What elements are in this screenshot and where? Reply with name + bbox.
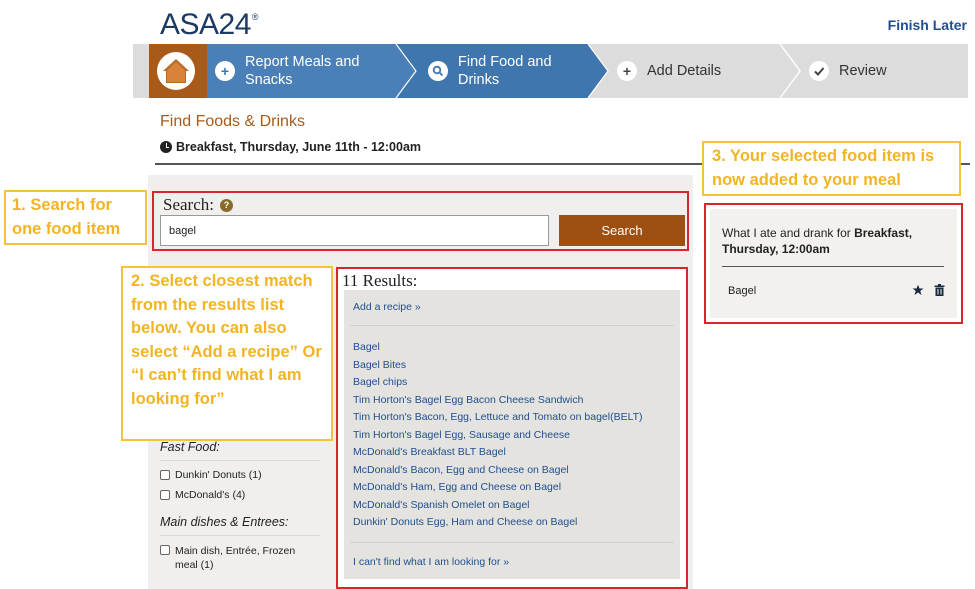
checkbox[interactable] — [160, 490, 170, 500]
plus-icon: + — [617, 61, 637, 81]
callout-step-2: 2. Select closest match from the results… — [121, 266, 333, 441]
result-item[interactable]: McDonald's Bacon, Egg and Cheese on Bage… — [353, 464, 569, 476]
search-label: Search: ? — [163, 195, 233, 215]
meal-food-item[interactable]: Bagel — [728, 285, 756, 297]
result-item[interactable]: Dunkin' Donuts Egg, Ham and Cheese on Ba… — [353, 516, 577, 528]
meal-summary-panel: What I ate and drank for Breakfast, Thur… — [704, 203, 963, 324]
search-button[interactable]: Search — [559, 215, 685, 246]
filter-divider — [160, 460, 320, 461]
result-item[interactable]: Tim Horton's Bacon, Egg, Lettuce and Tom… — [353, 411, 643, 423]
filter-option-label: Main dish, Entrée, Frozen meal (1) — [175, 545, 296, 571]
filter-heading-fast-food: Fast Food: — [160, 440, 220, 454]
search-icon — [428, 61, 448, 81]
filter-option-main-dish[interactable]: Main dish, Entrée, Frozen meal (1) — [160, 544, 320, 572]
filter-option-label: Dunkin' Donuts (1) — [175, 469, 262, 481]
checkbox[interactable] — [160, 470, 170, 480]
result-item[interactable]: Tim Horton's Bagel Egg, Sausage and Chee… — [353, 429, 570, 441]
meal-summary-inner: What I ate and drank for Breakfast, Thur… — [710, 209, 957, 318]
step-find-food-label: Find Food and Drinks — [458, 54, 552, 88]
trash-icon[interactable] — [933, 283, 946, 296]
result-item[interactable]: McDonald's Spanish Omelet on Bagel — [353, 499, 530, 511]
results-list: Add a recipe » Bagel Bagel Bites Bagel c… — [344, 290, 680, 579]
meal-summary-heading: What I ate and drank for Breakfast, Thur… — [722, 226, 913, 256]
star-icon[interactable] — [911, 283, 924, 296]
step-report-meals-label: Report Meals and Snacks — [245, 54, 360, 88]
filter-option-label: McDonald's (4) — [175, 489, 246, 501]
results-section: 11 Results: Add a recipe » Bagel Bagel B… — [336, 267, 688, 589]
progress-step-bar: + Report Meals and Snacks Find Food and Dr… — [133, 44, 968, 98]
asa24-logo: ASA24® — [160, 8, 259, 42]
logo-text: ASA24 — [160, 8, 251, 41]
filter-divider — [160, 535, 320, 536]
result-item[interactable]: McDonald's Ham, Egg and Cheese on Bagel — [353, 481, 561, 493]
filter-sidebar: Fast Food: Dunkin' Donuts (1) McDonald's… — [160, 440, 320, 580]
home-step[interactable] — [149, 44, 207, 98]
results-count: 11 Results: — [342, 271, 418, 290]
step-review[interactable]: Review — [809, 44, 887, 98]
meal-summary-divider — [722, 266, 944, 267]
callout-step-1: 1. Search for one food item — [4, 190, 147, 245]
step-review-label: Review — [839, 63, 887, 79]
registered-mark: ® — [251, 12, 259, 22]
result-item[interactable]: McDonald's Breakfast BLT Bagel — [353, 446, 506, 458]
home-icon — [163, 59, 189, 83]
page-title: Find Foods & Drinks — [160, 113, 305, 130]
step-find-food[interactable]: Find Food and Drinks — [428, 44, 552, 98]
checkbox[interactable] — [160, 545, 170, 555]
help-icon[interactable]: ? — [219, 198, 233, 212]
add-recipe-link[interactable]: Add a recipe » — [353, 301, 421, 313]
search-section: Search: ? Search — [152, 191, 689, 251]
results-divider — [350, 542, 674, 543]
plus-icon: + — [215, 61, 235, 81]
step-add-details[interactable]: + Add Details — [617, 44, 721, 98]
step-report-meals[interactable]: + Report Meals and Snacks — [215, 44, 359, 98]
check-icon — [809, 61, 829, 81]
step-add-details-label: Add Details — [647, 63, 722, 79]
result-item[interactable]: Bagel chips — [353, 376, 407, 388]
finish-later-link[interactable]: Finish Later — [888, 17, 967, 33]
filter-option-dunkin[interactable]: Dunkin' Donuts (1) — [160, 469, 320, 481]
cant-find-link[interactable]: I can't find what I am looking for » — [353, 556, 509, 568]
step-divider-3 — [779, 44, 801, 98]
result-item[interactable]: Bagel Bites — [353, 359, 406, 371]
callout-step-3: 3. Your selected food item is now added … — [702, 141, 961, 196]
filter-heading-main-dishes: Main dishes & Entrees: — [160, 515, 289, 529]
clock-icon — [160, 141, 172, 153]
home-icon-circle — [157, 52, 195, 90]
results-divider — [350, 325, 674, 326]
result-item[interactable]: Tim Horton's Bagel Egg Bacon Cheese Sand… — [353, 394, 583, 406]
search-input[interactable] — [160, 215, 549, 246]
result-item[interactable]: Bagel — [353, 341, 380, 353]
filter-option-mcdonalds[interactable]: McDonald's (4) — [160, 489, 320, 501]
meal-context: Breakfast, Thursday, June 11th - 12:00am — [160, 140, 421, 154]
meal-context-text: Breakfast, Thursday, June 11th - 12:00am — [176, 140, 422, 154]
